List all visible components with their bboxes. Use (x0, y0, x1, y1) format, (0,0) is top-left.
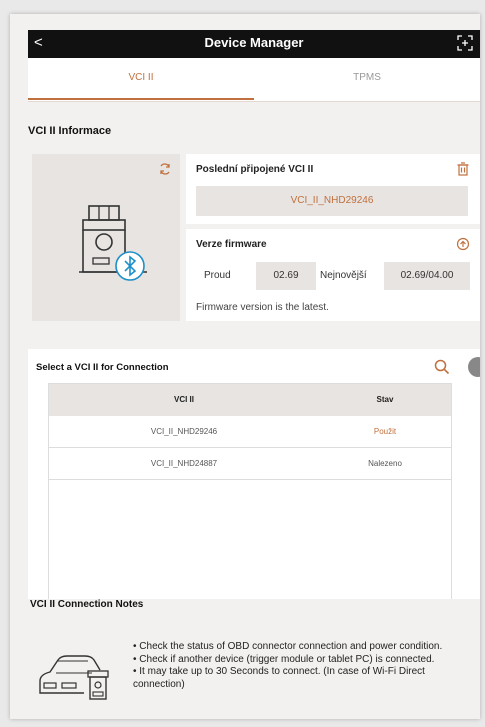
vci-name-cell: VCI_II_NHD24887 (150, 459, 218, 468)
notes-list: • Check the status of OBD connector conn… (133, 641, 463, 691)
vci-select-panel: Select a VCI II for Connection VCI II St… (28, 349, 480, 623)
refresh-icon[interactable] (158, 162, 172, 176)
last-connected-value: VCI_II_NHD29246 (196, 186, 468, 216)
notes-title: VCI II Connection Notes (30, 599, 144, 610)
table-header: VCI II Stav (49, 384, 451, 416)
last-connected-title: Poslední připojené VCI II (196, 164, 314, 175)
status-cell: Použit (373, 427, 397, 436)
tab-bar: VCI II TPMS (28, 58, 480, 102)
search-icon[interactable] (434, 359, 450, 375)
vci-select-title: Select a VCI II for Connection (36, 362, 169, 373)
firmware-title: Verze firmware (196, 239, 267, 250)
vci-name-cell: VCI_II_NHD29246 (150, 427, 218, 436)
bluetooth-icon (115, 251, 145, 281)
table-row[interactable]: VCI_II_NHD24887 Nalezeno (49, 448, 451, 480)
list-item: • It may take up to 30 Seconds to connec… (133, 666, 425, 690)
list-item: • Check the status of OBD connector conn… (133, 641, 443, 652)
firmware-panel: Verze firmware Proud 02.69 Nejnovější 02… (186, 229, 480, 321)
firmware-latest-label: Nejnovější (320, 270, 367, 281)
expand-icon[interactable] (456, 34, 474, 52)
firmware-current-label: Proud (204, 270, 231, 281)
column-header-status: Stav (376, 395, 394, 404)
tab-vci-ii[interactable]: VCI II (28, 58, 254, 102)
car-icon (39, 655, 109, 700)
title-bar: < Device Manager (28, 30, 480, 58)
firmware-current-value: 02.69 (256, 262, 316, 290)
last-connected-panel: Poslední připojené VCI II VCI_II_NHD2924… (186, 154, 480, 224)
vci-table: VCI II Stav VCI_II_NHD29246 Použit VCI_I… (48, 383, 452, 623)
active-tab-indicator (28, 98, 254, 100)
table-row[interactable]: VCI_II_NHD29246 Použit (49, 416, 451, 448)
firmware-update-icon[interactable] (456, 237, 470, 251)
firmware-latest-value: 02.69/04.00 (384, 262, 470, 290)
column-header-vci: VCI II (173, 395, 194, 404)
tab-tpms[interactable]: TPMS (254, 58, 480, 102)
connection-notes: VCI II Connection Notes • Check the stat… (28, 599, 480, 719)
vci-info-title: VCI II Informace (28, 125, 112, 137)
tab-divider (28, 101, 480, 102)
scroll-handle[interactable] (468, 357, 480, 377)
firmware-status-note: Firmware version is the latest. (196, 302, 329, 313)
list-item: • Check if another device (trigger modul… (133, 653, 435, 665)
app-window: < Device Manager VCI II TPMS VCI II Info… (10, 14, 480, 719)
vci-image-panel (32, 154, 180, 321)
page-title: Device Manager (204, 35, 304, 50)
delete-icon[interactable] (456, 162, 470, 176)
status-cell: Nalezeno (368, 459, 402, 468)
